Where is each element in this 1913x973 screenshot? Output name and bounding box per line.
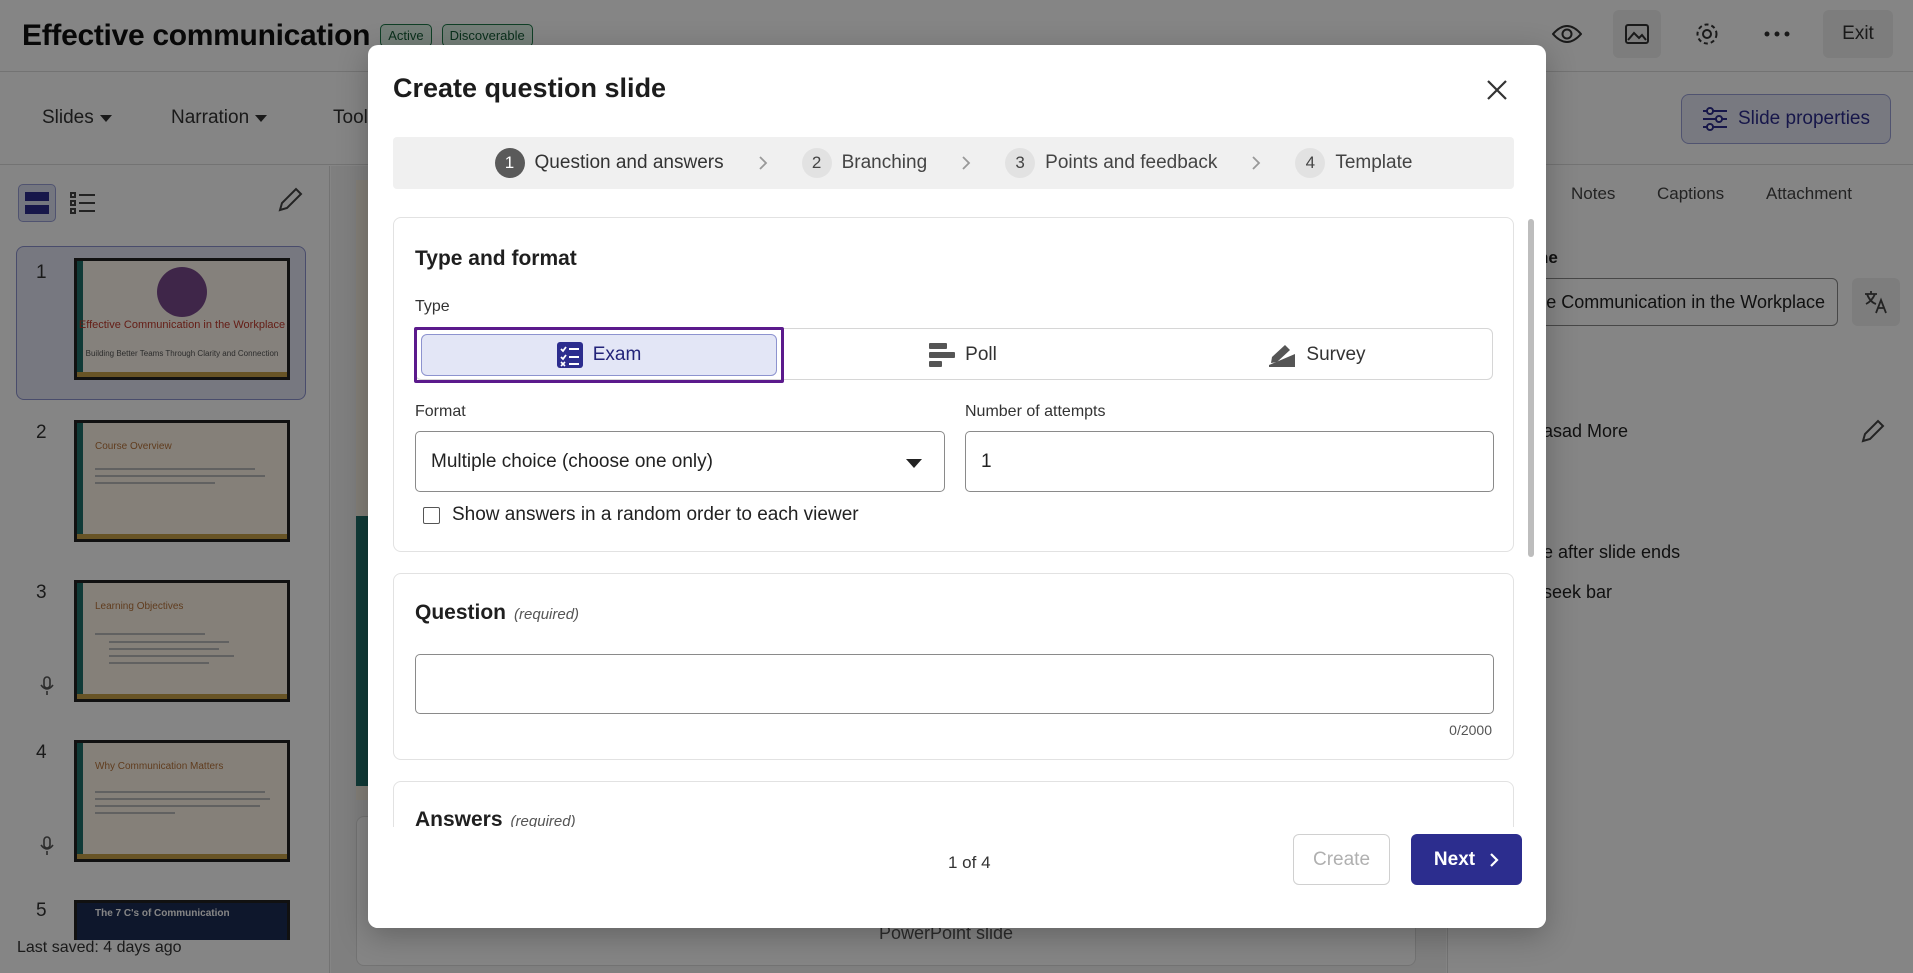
attempts-input[interactable]: 1 <box>965 431 1494 492</box>
type-label: Type <box>415 298 450 315</box>
step-progress: 1 of 4 <box>948 853 991 872</box>
step-label: Points and feedback <box>1045 152 1218 173</box>
type-option-poll-label: Poll <box>965 344 997 365</box>
attempts-label: Number of attempts <box>965 403 1106 420</box>
chevron-right-icon <box>961 155 971 171</box>
answers-card: Answers (required) <box>393 781 1514 827</box>
required-marker: (required) <box>514 606 580 623</box>
character-counter: 0/2000 <box>1449 722 1492 738</box>
survey-pen-icon <box>1269 345 1296 367</box>
scrollbar-thumb[interactable] <box>1528 219 1534 557</box>
step-number: 4 <box>1295 148 1326 178</box>
step-number: 1 <box>494 148 525 178</box>
type-format-heading: Type and format <box>415 247 577 270</box>
question-card: Question (required) 0/2000 <box>393 573 1514 760</box>
type-option-poll[interactable]: Poll <box>786 329 1140 381</box>
chevron-down-icon <box>906 459 922 468</box>
dialog-scroll-area: Type and format Type Exam Poll Survey Fo… <box>393 217 1514 827</box>
type-option-exam-label: Exam <box>592 344 642 365</box>
step-label: Branching <box>841 152 928 173</box>
create-button[interactable]: Create <box>1293 834 1390 885</box>
type-option-survey[interactable]: Survey <box>1140 329 1494 381</box>
type-and-format-card: Type and format Type Exam Poll Survey Fo… <box>393 217 1514 552</box>
attempts-value: 1 <box>981 450 992 472</box>
dialog-scrollbar[interactable] <box>1528 211 1534 825</box>
question-heading-text: Question <box>415 601 507 624</box>
step-branching[interactable]: 2 Branching <box>801 148 928 178</box>
wizard-stepper: 1 Question and answers 2 Branching 3 Poi… <box>393 137 1514 189</box>
step-points-and-feedback[interactable]: 3 Points and feedback <box>1005 148 1217 178</box>
type-option-exam-inner: Exam <box>421 334 777 376</box>
poll-bars-icon <box>929 343 956 367</box>
chevron-right-icon <box>1490 852 1499 867</box>
next-button[interactable]: Next <box>1411 834 1522 885</box>
step-number: 2 <box>801 148 832 178</box>
question-heading: Question (required) <box>415 601 579 625</box>
dialog-footer: 1 of 4 Create Next <box>368 827 1546 928</box>
type-option-survey-label: Survey <box>1306 344 1366 365</box>
next-button-label: Next <box>1433 848 1476 870</box>
random-order-label: Show answers in a random order to each v… <box>452 504 859 525</box>
format-select[interactable]: Multiple choice (choose one only) <box>415 431 945 492</box>
format-label: Format <box>415 403 466 420</box>
question-text-input[interactable] <box>415 654 1494 714</box>
chevron-right-icon <box>1251 155 1261 171</box>
step-number: 3 <box>1005 148 1036 178</box>
random-order-option[interactable]: Show answers in a random order to each v… <box>423 504 859 526</box>
random-order-checkbox[interactable] <box>423 506 440 524</box>
chevron-right-icon <box>758 155 768 171</box>
close-icon[interactable] <box>1483 76 1511 104</box>
type-selector: Exam Poll Survey <box>414 327 1494 383</box>
create-question-dialog: Create question slide 1 Question and ans… <box>368 45 1546 928</box>
step-label: Template <box>1335 152 1413 173</box>
answers-heading-text: Answers <box>415 808 503 827</box>
step-template[interactable]: 4 Template <box>1295 148 1412 178</box>
type-option-exam[interactable]: Exam <box>414 327 784 383</box>
step-label: Question and answers <box>534 152 724 173</box>
format-select-value: Multiple choice (choose one only) <box>431 450 713 472</box>
answers-heading: Answers (required) <box>415 808 576 827</box>
step-question-and-answers[interactable]: 1 Question and answers <box>494 148 724 178</box>
required-marker: (required) <box>510 813 576 827</box>
exam-checklist-icon <box>556 342 583 368</box>
dialog-title: Create question slide <box>393 73 667 103</box>
